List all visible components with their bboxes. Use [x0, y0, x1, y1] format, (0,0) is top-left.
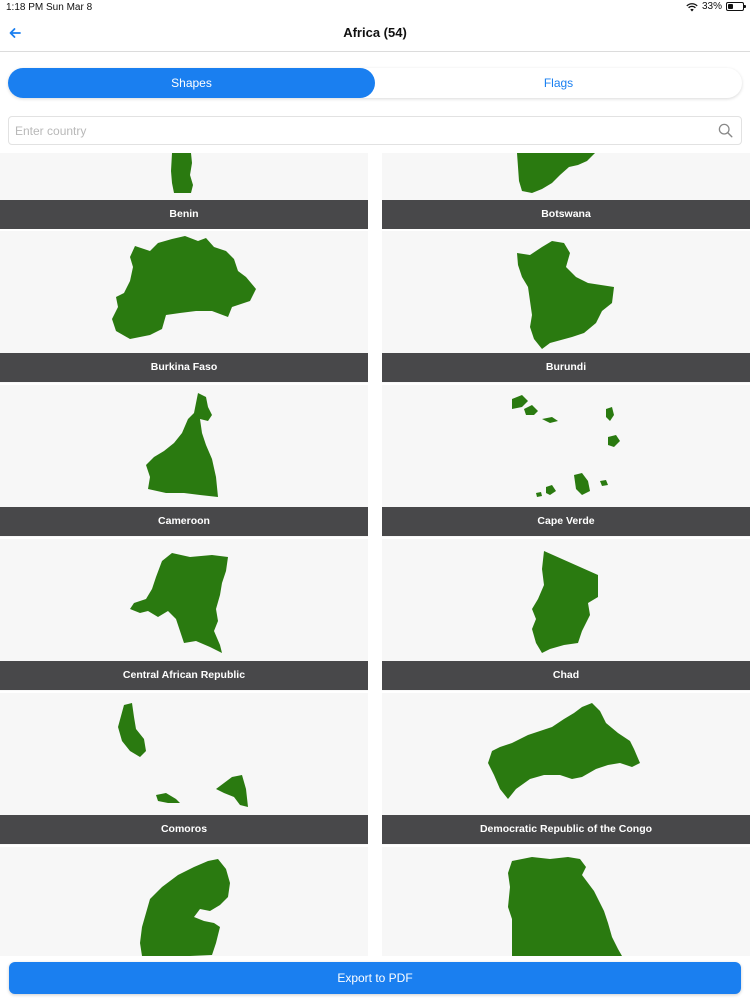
segmented-control: Shapes Flags: [8, 68, 742, 98]
country-card-democratic-republic-of-the-congo[interactable]: Democratic Republic of the Congo: [382, 693, 750, 845]
search-icon[interactable]: [718, 123, 733, 138]
country-label: Comoros: [0, 815, 368, 844]
country-shape: [488, 703, 640, 799]
country-card-burundi[interactable]: Burundi: [382, 231, 750, 383]
country-card-burkina-faso[interactable]: Burkina Faso: [0, 231, 368, 383]
country-shape: [130, 553, 228, 653]
country-shape: [171, 153, 193, 193]
country-shape: [118, 703, 248, 807]
country-card-cape-verde[interactable]: Cape Verde: [382, 385, 750, 537]
country-shape: [140, 859, 230, 956]
tab-flags[interactable]: Flags: [375, 68, 742, 98]
country-label: Burundi: [382, 353, 750, 382]
country-label: Botswana: [382, 200, 750, 229]
status-bar: 1:18 PM Sun Mar 8 33%: [0, 0, 750, 16]
country-card-comoros[interactable]: Comoros: [0, 693, 368, 845]
status-date: Sun Mar 8: [46, 2, 93, 13]
country-shape: [517, 153, 595, 193]
country-card[interactable]: [382, 847, 750, 956]
country-label: Democratic Republic of the Congo: [382, 815, 750, 844]
country-label: Central African Republic: [0, 661, 368, 690]
country-card-botswana[interactable]: Botswana: [382, 153, 750, 229]
status-time: 1:18 PM: [6, 2, 44, 13]
search-box: [8, 116, 742, 145]
battery-icon: [726, 2, 746, 11]
country-grid: Benin Botswana Burkina Faso Burundi Came…: [0, 153, 750, 956]
country-shape: [532, 551, 598, 653]
nav-bar: Africa (54): [0, 16, 750, 52]
search-input[interactable]: [15, 117, 705, 144]
country-shape: [512, 395, 620, 497]
tab-shapes[interactable]: Shapes: [8, 68, 375, 98]
country-card-chad[interactable]: Chad: [382, 539, 750, 691]
page-title: Africa (54): [343, 25, 407, 40]
battery-percent: 33%: [701, 1, 722, 12]
country-label: Burkina Faso: [0, 353, 368, 382]
country-card[interactable]: [0, 847, 368, 956]
country-label: Cameroon: [0, 507, 368, 536]
country-label: Cape Verde: [382, 507, 750, 536]
country-shape: [112, 236, 256, 339]
status-right: 33%: [686, 1, 746, 12]
country-card-central-african-republic[interactable]: Central African Republic: [0, 539, 368, 691]
country-card-benin[interactable]: Benin: [0, 153, 368, 229]
export-pdf-button[interactable]: Export to PDF: [9, 962, 741, 994]
wifi-icon: [686, 2, 698, 11]
country-card-cameroon[interactable]: Cameroon: [0, 385, 368, 537]
country-label: Benin: [0, 200, 368, 229]
country-shape: [517, 241, 614, 349]
battery-fill: [728, 4, 733, 9]
country-shape: [508, 857, 622, 956]
country-label: Chad: [382, 661, 750, 690]
country-shape: [146, 393, 218, 497]
